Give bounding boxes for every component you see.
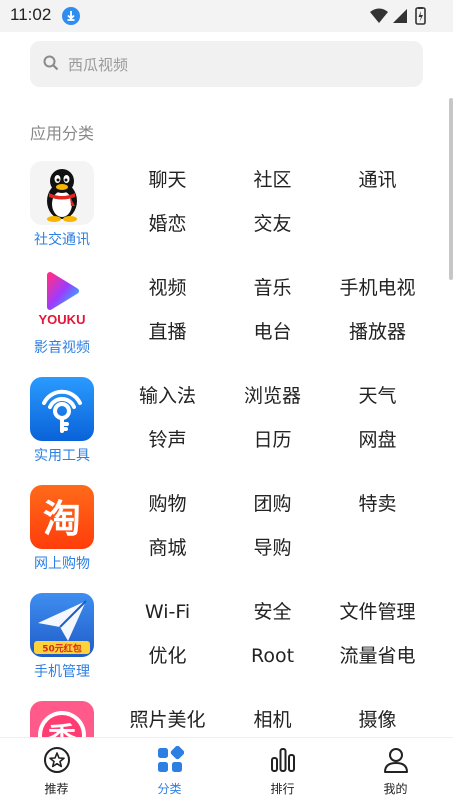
tag-item[interactable]: 购物 (115, 492, 220, 516)
category-social: 社交通讯 聊天 社区 通讯 婚恋 交友 (0, 161, 453, 269)
tag-item[interactable]: 视频 (115, 276, 220, 300)
category-name[interactable]: 影音视频 (24, 337, 100, 357)
tag-item[interactable]: 商城 (115, 536, 220, 560)
tag-item[interactable]: 导购 (220, 536, 325, 560)
category-name[interactable]: 网上购物 (24, 553, 100, 573)
category-name[interactable]: 手机管理 (24, 661, 100, 681)
tag-item[interactable]: 日历 (220, 428, 325, 452)
tab-label: 推荐 (44, 782, 69, 796)
tag-item[interactable]: Root (220, 644, 325, 668)
tag-item[interactable]: 照片美化 (115, 708, 220, 732)
tag-item[interactable]: 输入法 (115, 384, 220, 408)
tab-label: 分类 (157, 782, 182, 796)
tag-item[interactable]: 安全 (220, 600, 325, 624)
tag-item[interactable]: 天气 (325, 384, 430, 408)
tag-item[interactable]: 通讯 (325, 168, 430, 192)
category-name[interactable]: 社交通讯 (24, 229, 100, 249)
category-name[interactable]: 实用工具 (24, 445, 100, 465)
tag-item[interactable]: 浏览器 (220, 384, 325, 408)
tag-item[interactable]: 流量省电 (325, 644, 430, 668)
category-grid-icon (156, 745, 185, 774)
search-bar[interactable] (30, 41, 423, 87)
category-page: 应用分类 社交通讯 聊天 社区 通讯 婚恋 交友 (0, 32, 453, 737)
search-input[interactable] (66, 49, 410, 81)
category-tools: 实用工具 输入法 浏览器 天气 铃声 日历 网盘 (0, 377, 453, 485)
meitu-xiu-icon[interactable]: 秀 (30, 701, 94, 737)
taobao-icon-text: 淘 (43, 497, 81, 541)
tab-recommend[interactable]: 推荐 (0, 738, 113, 806)
star-badge-icon (43, 746, 71, 774)
tag-item[interactable]: 直播 (115, 320, 220, 344)
tag-item[interactable]: 播放器 (325, 320, 430, 344)
tag-item[interactable]: 团购 (220, 492, 325, 516)
tag-item[interactable]: 相机 (220, 708, 325, 732)
paper-plane-icon[interactable]: 50元红包 (30, 593, 94, 657)
category-phone-management: 50元红包 手机管理 Wi-Fi 安全 文件管理 优化 Root 流量省电 (0, 593, 453, 701)
download-icon (62, 7, 80, 25)
category-media: YOUKU 影音视频 视频 音乐 手机电视 直播 电台 播放器 (0, 269, 453, 377)
tag-item[interactable]: 摄像 (325, 708, 430, 732)
tab-label: 排行 (270, 782, 295, 796)
tab-label: 我的 (383, 782, 408, 796)
status-time: 11:02 (10, 5, 52, 24)
tag-item[interactable]: 电台 (220, 320, 325, 344)
tag-item[interactable]: 网盘 (325, 428, 430, 452)
tag-item[interactable]: 社区 (220, 168, 325, 192)
wifi-icon (370, 8, 388, 23)
tag-item[interactable]: 交友 (220, 212, 325, 236)
tag-item[interactable]: 优化 (115, 644, 220, 668)
meitu-icon-text: 秀 (47, 721, 76, 737)
person-icon (382, 746, 410, 774)
tab-ranking[interactable]: 排行 (226, 738, 339, 806)
tab-mine[interactable]: 我的 (339, 738, 452, 806)
tag-item[interactable]: 手机电视 (325, 276, 430, 300)
status-icons (369, 7, 439, 25)
youku-icon[interactable]: YOUKU (30, 269, 94, 333)
tag-item[interactable]: 聊天 (115, 168, 220, 192)
tab-category[interactable]: 分类 (113, 738, 226, 806)
taobao-icon[interactable]: 淘 (30, 485, 94, 549)
tag-item[interactable]: 音乐 (220, 276, 325, 300)
category-shopping: 淘 网上购物 购物 团购 特卖 商城 导购 (0, 485, 453, 593)
tag-item[interactable]: 特卖 (325, 492, 430, 516)
signal-icon (393, 9, 407, 23)
tag-item[interactable]: 文件管理 (325, 600, 430, 624)
wifi-key-icon[interactable] (30, 377, 94, 441)
section-title: 应用分类 (30, 124, 95, 143)
battery-icon (415, 7, 426, 25)
category-photo: 秀 照片美化 相机 摄像 (0, 701, 453, 737)
tag-item[interactable]: 铃声 (115, 428, 220, 452)
paper-plane-icon-text: 50元红包 (42, 643, 82, 655)
status-bar: 11:02 (0, 0, 453, 32)
search-icon (43, 55, 59, 75)
tag-item[interactable]: Wi-Fi (115, 600, 220, 624)
bar-chart-icon (269, 746, 297, 774)
tag-item[interactable]: 婚恋 (115, 212, 220, 236)
bottom-tab-bar: 推荐 分类 排行 我的 (0, 737, 453, 806)
youku-icon-text: YOUKU (39, 312, 86, 327)
qq-penguin-icon[interactable] (30, 161, 94, 225)
